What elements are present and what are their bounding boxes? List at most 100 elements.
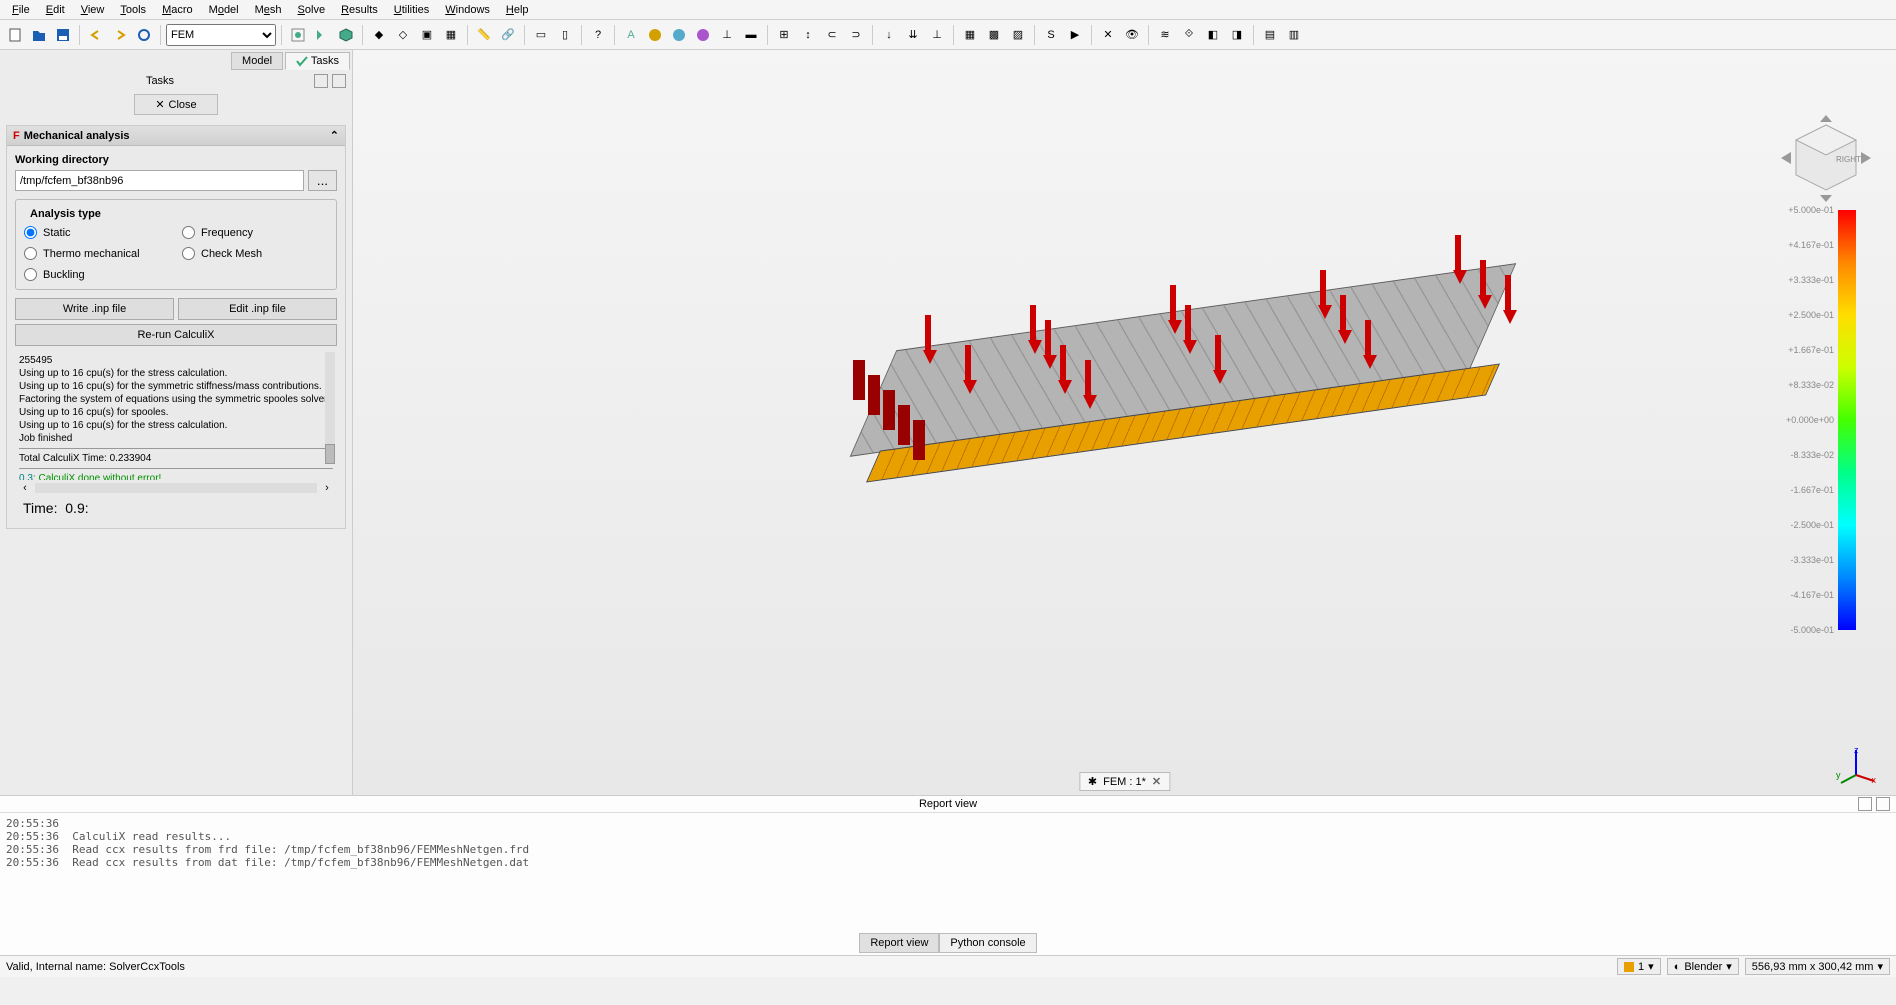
report-log[interactable]: 20:55:36 20:55:36 CalculiX read results.… [0,813,1896,931]
tool-1-icon[interactable]: ◆ [368,24,390,46]
menu-file[interactable]: File [4,2,38,18]
redo-icon[interactable] [109,24,131,46]
menu-view[interactable]: View [73,2,113,18]
status-pages[interactable]: 1 ▾ [1617,958,1661,975]
scroll-right-icon[interactable]: › [321,482,333,494]
browse-button[interactable]: ... [308,170,337,191]
undo-icon[interactable] [85,24,107,46]
working-directory-input[interactable] [15,170,304,191]
menu-help[interactable]: Help [498,2,537,18]
clip-plane2-icon[interactable]: ▥ [1283,24,1305,46]
refresh-icon[interactable] [133,24,155,46]
menu-macro[interactable]: Macro [154,2,201,18]
measure-icon[interactable]: 📏 [473,24,495,46]
mesh-netgen-icon[interactable]: ▦ [959,24,981,46]
menu-edit[interactable]: Edit [38,2,73,18]
write-inp-button[interactable]: Write .inp file [15,298,174,320]
nav-style-selector[interactable]: ◐ Blender ▾ [1667,958,1739,975]
main-toolbar: FEM ◆ ◇ ▣ ▦ 📏 🔗 ▭ ▯ ? A ⊥ ▬ ⊞ ↕ ⊂ ⊃ ↓ ⇊ … [0,20,1896,50]
navigation-cube[interactable]: RIGHT [1776,110,1876,210]
menu-mesh[interactable]: Mesh [247,2,290,18]
tool-4-icon[interactable]: ▦ [440,24,462,46]
constraint-displacement-icon[interactable]: ↕ [797,24,819,46]
3d-viewport[interactable]: RIGHT +5.000e-01+4.167e-01+3.333e-01+2.5… [353,50,1896,795]
log-hscroll[interactable]: ‹ › [15,480,337,496]
scroll-left-icon[interactable]: ‹ [19,482,31,494]
edit-inp-button[interactable]: Edit .inp file [178,298,337,320]
colorbar-tick: +0.000e+00 [1786,415,1834,425]
link-icon[interactable]: 🔗 [497,24,519,46]
mesh-gmsh-icon[interactable]: ▩ [983,24,1005,46]
colorbar-tick: -5.000e-01 [1786,625,1834,635]
radio-buckling[interactable]: Buckling [24,268,170,281]
constraint-force-icon[interactable]: ↓ [878,24,900,46]
menu-windows[interactable]: Windows [437,2,498,18]
log-scrollbar[interactable] [325,352,335,464]
constraint-pressure-icon[interactable]: ⇊ [902,24,924,46]
radio-frequency[interactable]: Frequency [182,226,328,239]
report-float-icon[interactable] [1858,797,1872,811]
tasks-label: Tasks [6,75,314,87]
tab-report-view[interactable]: Report view [859,933,939,953]
report-close-icon[interactable] [1876,797,1890,811]
panel-float-icon[interactable] [314,74,328,88]
whats-this-icon[interactable]: ? [587,24,609,46]
post-cut-icon[interactable]: ◨ [1226,24,1248,46]
analysis-type-label: Analysis type [26,208,105,220]
material-fluid-icon[interactable] [668,24,690,46]
menu-results[interactable]: Results [333,2,386,18]
new-file-icon[interactable] [4,24,26,46]
post-clip-icon[interactable]: ◧ [1202,24,1224,46]
tab-python-console[interactable]: Python console [939,933,1036,953]
radio-checkmesh[interactable]: Check Mesh [182,247,328,260]
constraint-icon [868,375,880,415]
results-purge-icon[interactable]: ✕ [1097,24,1119,46]
isometric-icon[interactable] [335,24,357,46]
panel-close-icon[interactable] [332,74,346,88]
tool-3-icon[interactable]: ▣ [416,24,438,46]
toggle-part-icon[interactable]: ▭ [530,24,552,46]
clip-plane-icon[interactable]: ▤ [1259,24,1281,46]
radio-static[interactable]: Static [24,226,170,239]
doc-modified-icon: ✱ [1088,775,1097,788]
radio-thermo[interactable]: Thermo mechanical [24,247,170,260]
solver-ccx-icon[interactable]: S [1040,24,1062,46]
post-pipeline-icon[interactable]: ≋ [1154,24,1176,46]
task-title-bar[interactable]: F Mechanical analysis ⌃ [7,126,345,146]
save-file-icon[interactable] [52,24,74,46]
constraint-selfweight-icon[interactable]: ⊥ [926,24,948,46]
results-show-icon[interactable]: 👁 [1121,24,1143,46]
analysis-icon[interactable]: A [620,24,642,46]
material-solid-icon[interactable] [644,24,666,46]
tab-tasks[interactable]: Tasks [285,52,350,70]
colorbar-tick: +1.667e-01 [1786,345,1834,355]
constraint-contact-icon[interactable]: ⊂ [821,24,843,46]
solver-run-icon[interactable]: ▶ [1064,24,1086,46]
beam-section-icon[interactable]: ⊥ [716,24,738,46]
constraint-tie-icon[interactable]: ⊃ [845,24,867,46]
material-nonlinear-icon[interactable] [692,24,714,46]
tool-2-icon[interactable]: ◇ [392,24,414,46]
menu-solve[interactable]: Solve [290,2,334,18]
post-warp-icon[interactable]: ⟐ [1178,24,1200,46]
doc-tab-close-icon[interactable]: ✕ [1152,775,1161,788]
document-tab[interactable]: ✱ FEM : 1* ✕ [1079,772,1170,791]
menu-utilities[interactable]: Utilities [386,2,437,18]
close-button[interactable]: ✕ Close [134,94,217,115]
tab-model[interactable]: Model [231,52,283,70]
menu-model[interactable]: Model [201,2,247,18]
shell-thickness-icon[interactable]: ▬ [740,24,762,46]
total-time: Total CalculiX Time: 0.233904 [19,452,333,465]
menu-tools[interactable]: Tools [112,2,154,18]
mesh-region-icon[interactable]: ▨ [1007,24,1029,46]
collapse-icon[interactable]: ⌃ [330,129,339,142]
constraint-fixed-icon[interactable]: ⊞ [773,24,795,46]
workbench-selector[interactable]: FEM [166,24,276,46]
status-dimensions[interactable]: 556,93 mm x 300,42 mm ▾ [1745,958,1890,975]
fit-all-icon[interactable] [287,24,309,46]
doc-tab-label: FEM : 1* [1103,776,1146,788]
toggle-group-icon[interactable]: ▯ [554,24,576,46]
fit-selection-icon[interactable] [311,24,333,46]
open-file-icon[interactable] [28,24,50,46]
rerun-button[interactable]: Re-run CalculiX [15,324,337,346]
